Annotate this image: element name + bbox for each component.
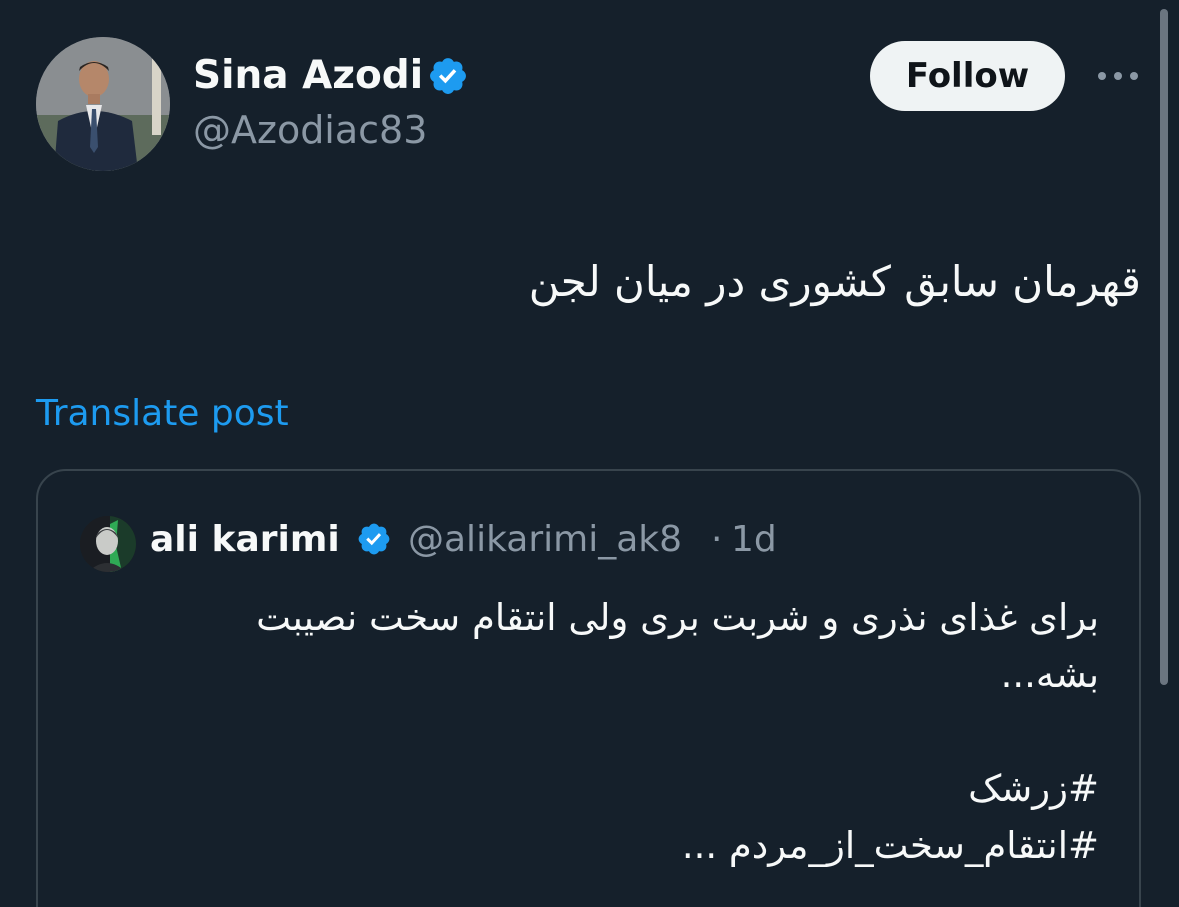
quoted-author-name[interactable]: ali karimi	[150, 517, 340, 563]
quoted-post-card[interactable]: ali karimi @alikarimi_ak8 · 1d برای غذای…	[36, 469, 1141, 907]
quoted-post-text-line: بشه...	[1000, 653, 1099, 696]
verified-badge-icon	[427, 55, 469, 97]
post-text: قهرمان سابق کشوری در میان لجن	[528, 257, 1141, 306]
follow-button[interactable]: Follow	[870, 41, 1065, 111]
meta-separator: ·	[711, 519, 723, 560]
quoted-author-avatar-photo	[80, 516, 136, 572]
quoted-post-text-line: برای غذای نذری و شربت بری ولی انتقام سخت…	[256, 596, 1099, 639]
hashtag-link[interactable]: #انتقام_سخت_از_مردم ...	[99, 818, 1099, 874]
scrollbar-thumb[interactable]	[1160, 9, 1168, 685]
quoted-verified-badge-icon	[356, 521, 392, 557]
author-handle[interactable]: @Azodiac83	[193, 107, 427, 153]
author-avatar-photo	[36, 37, 170, 171]
quoted-author-avatar[interactable]	[80, 516, 136, 572]
translate-post-link[interactable]: Translate post	[36, 391, 289, 437]
author-avatar[interactable]	[36, 37, 170, 171]
post-detail-view: Sina Azodi @Azodiac83 Follow قهرمان سابق…	[0, 0, 1179, 907]
hashtag-link[interactable]: #زرشک	[99, 761, 1099, 817]
quoted-author-handle[interactable]: @alikarimi_ak8	[408, 517, 682, 563]
quoted-post-timestamp[interactable]: 1d	[731, 517, 777, 563]
author-name[interactable]: Sina Azodi	[193, 52, 423, 100]
more-options-icon[interactable]	[1090, 56, 1146, 96]
